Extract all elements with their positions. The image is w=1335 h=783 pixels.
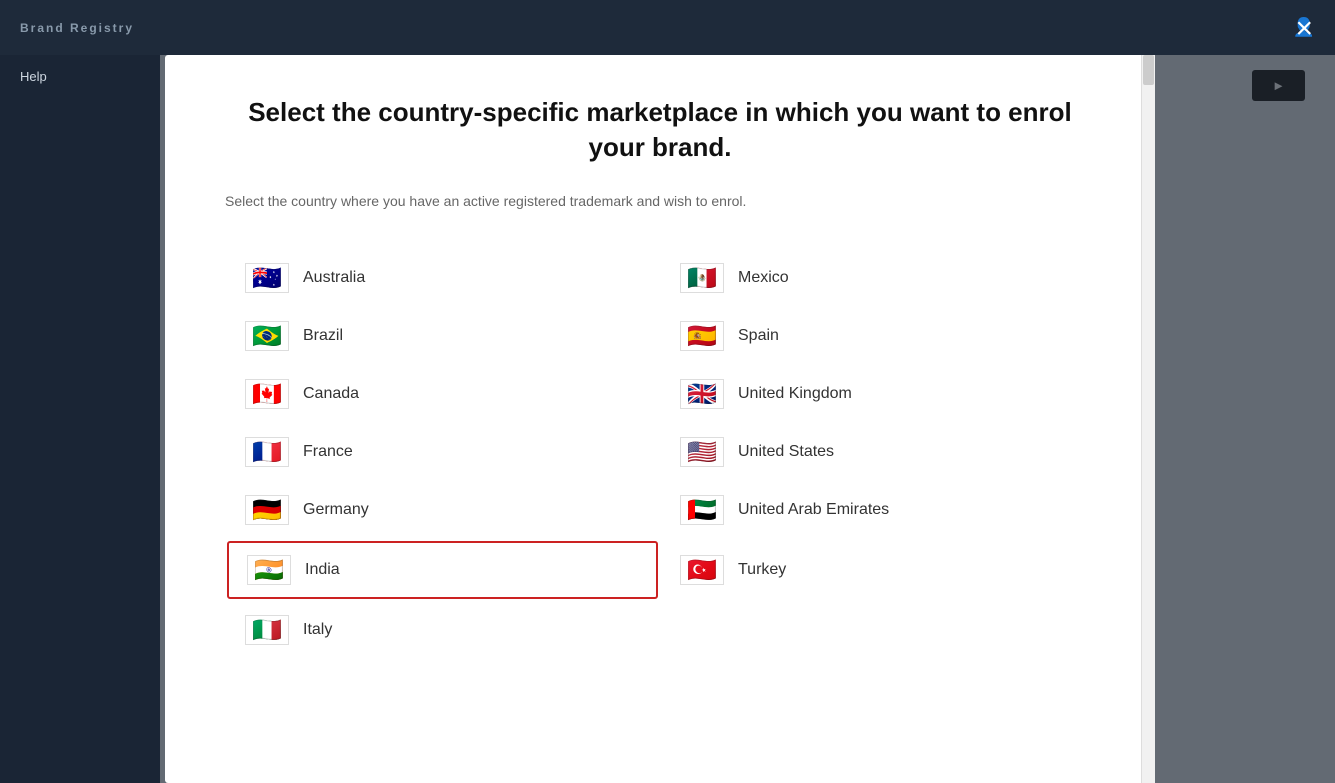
- flag-australia: 🇦🇺: [245, 263, 289, 293]
- country-item-turkey[interactable]: 🇹🇷 Turkey: [660, 539, 1095, 601]
- modal-scroll-area[interactable]: Select the country-specific marketplace …: [165, 55, 1155, 783]
- flag-uae: 🇦🇪: [680, 495, 724, 525]
- flag-germany: 🇩🇪: [245, 495, 289, 525]
- country-name-mexico: Mexico: [738, 269, 789, 287]
- country-name-canada: Canada: [303, 385, 359, 403]
- flag-india: 🇮🇳: [247, 555, 291, 585]
- sidebar-item-help[interactable]: Help: [0, 55, 160, 98]
- country-item-uk[interactable]: 🇬🇧 United Kingdom: [660, 365, 1095, 423]
- country-item-canada[interactable]: 🇨🇦 Canada: [225, 365, 660, 423]
- country-name-australia: Australia: [303, 269, 365, 287]
- country-grid: 🇦🇺 Australia 🇲🇽 Mexico 🇧🇷 Brazil 🇪🇸 Spai…: [225, 249, 1095, 659]
- country-name-brazil: Brazil: [303, 327, 343, 345]
- flag-us: 🇺🇸: [680, 437, 724, 467]
- country-item-italy[interactable]: 🇮🇹 Italy: [225, 601, 660, 659]
- country-item-mexico[interactable]: 🇲🇽 Mexico: [660, 249, 1095, 307]
- flag-mexico: 🇲🇽: [680, 263, 724, 293]
- scroll-indicator: [1141, 55, 1155, 783]
- flag-italy: 🇮🇹: [245, 615, 289, 645]
- country-item-india[interactable]: 🇮🇳 India: [227, 541, 658, 599]
- country-name-turkey: Turkey: [738, 561, 786, 579]
- country-name-spain: Spain: [738, 327, 779, 345]
- modal-title: Select the country-specific marketplace …: [225, 95, 1095, 165]
- flag-canada: 🇨🇦: [245, 379, 289, 409]
- country-item-germany[interactable]: 🇩🇪 Germany: [225, 481, 660, 539]
- modal-subtitle: Select the country where you have an act…: [225, 193, 1095, 209]
- country-item-uae[interactable]: 🇦🇪 United Arab Emirates: [660, 481, 1095, 539]
- sidebar: Help: [0, 55, 160, 783]
- flag-spain: 🇪🇸: [680, 321, 724, 351]
- country-name-germany: Germany: [303, 501, 369, 519]
- country-name-uk: United Kingdom: [738, 385, 852, 403]
- country-item-spain[interactable]: 🇪🇸 Spain: [660, 307, 1095, 365]
- country-item-france[interactable]: 🇫🇷 France: [225, 423, 660, 481]
- country-name-france: France: [303, 443, 353, 461]
- country-item-brazil[interactable]: 🇧🇷 Brazil: [225, 307, 660, 365]
- flag-brazil: 🇧🇷: [245, 321, 289, 351]
- country-item-us[interactable]: 🇺🇸 United States: [660, 423, 1095, 481]
- country-name-us: United States: [738, 443, 834, 461]
- app-logo: Brand Registry: [20, 21, 134, 35]
- country-name-india: India: [305, 561, 340, 579]
- flag-france: 🇫🇷: [245, 437, 289, 467]
- country-name-italy: Italy: [303, 621, 332, 639]
- modal: Select the country-specific marketplace …: [165, 55, 1155, 783]
- country-name-uae: United Arab Emirates: [738, 501, 889, 519]
- flag-turkey: 🇹🇷: [680, 555, 724, 585]
- flag-uk: 🇬🇧: [680, 379, 724, 409]
- close-button[interactable]: ×: [1295, 14, 1313, 44]
- top-bar: Brand Registry 👤: [0, 0, 1335, 55]
- country-item-australia[interactable]: 🇦🇺 Australia: [225, 249, 660, 307]
